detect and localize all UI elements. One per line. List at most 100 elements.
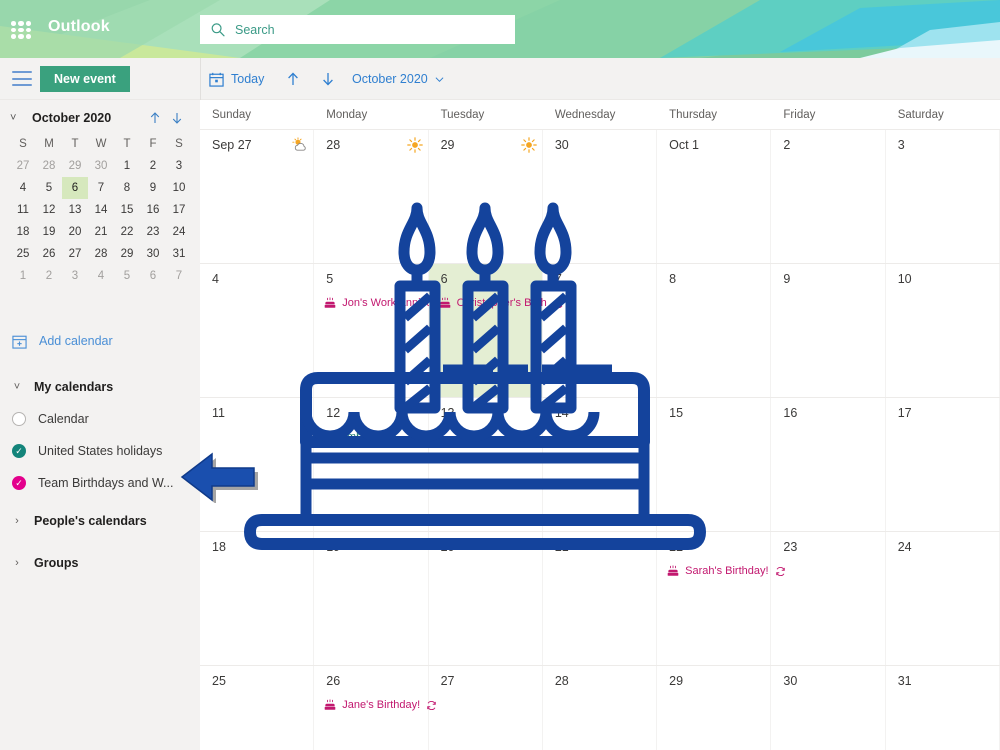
app-launcher-icon[interactable]	[10, 20, 32, 40]
calendar-day-cell[interactable]: 26 Jane's Birthday!	[314, 666, 436, 750]
mini-calendar-day[interactable]: 5	[36, 177, 62, 199]
calendar-day-cell[interactable]: 9	[771, 264, 886, 397]
mini-calendar-collapse-icon[interactable]: ˅	[10, 112, 32, 124]
mini-calendar-day[interactable]: 5	[114, 265, 140, 287]
today-button[interactable]: Today	[209, 69, 264, 89]
mini-calendar-day-selected[interactable]: 6	[62, 177, 88, 199]
groups-section-header[interactable]: › Groups	[0, 548, 200, 578]
add-calendar-button[interactable]: Add calendar	[12, 330, 192, 352]
calendar-day-cell[interactable]: 12 Columbus Day	[314, 398, 429, 531]
mini-calendar-day[interactable]: 30	[140, 243, 166, 265]
mini-calendar-day[interactable]: 2	[140, 155, 166, 177]
mini-calendar-day[interactable]: 6	[140, 265, 166, 287]
mini-calendar-grid[interactable]: S M T W T F S 27 28 29 30 1 2 3 4 5 6 7 8 9 10 11 12 13 14 15 16 17…	[10, 133, 192, 287]
mini-calendar-prev-button[interactable]	[144, 107, 166, 129]
hamburger-icon[interactable]	[12, 71, 32, 86]
mini-calendar-day[interactable]: 14	[88, 199, 114, 221]
arrow-down-icon	[323, 73, 333, 86]
day-number: Oct 1	[669, 138, 699, 152]
new-event-button[interactable]: New event	[40, 66, 130, 92]
mini-calendar-day[interactable]: 25	[10, 243, 36, 265]
mini-calendar-day[interactable]: 9	[140, 177, 166, 199]
sidebar-calendar-us-holidays[interactable]: ✓ United States holidays	[0, 436, 200, 466]
calendar-day-cell[interactable]: 15	[657, 398, 772, 531]
calendar-day-cell[interactable]: 28	[543, 666, 658, 750]
calendar-day-cell[interactable]: 10	[886, 264, 1000, 397]
calendar-day-cell[interactable]: 25	[200, 666, 315, 750]
new-event-label: New event	[54, 72, 116, 86]
mini-calendar-day[interactable]: 20	[62, 221, 88, 243]
calendar-day-cell[interactable]: 3	[886, 130, 1000, 263]
mini-calendar-day[interactable]: 7	[166, 265, 192, 287]
mini-calendar-day[interactable]: 16	[140, 199, 166, 221]
mini-calendar-day[interactable]: 2	[36, 265, 62, 287]
mini-calendar-day[interactable]: 15	[114, 199, 140, 221]
mini-calendar-day[interactable]: 31	[166, 243, 192, 265]
mini-calendar-day[interactable]: 17	[166, 199, 192, 221]
mini-calendar-day[interactable]: 28	[36, 155, 62, 177]
calendar-day-cell-today[interactable]: 6 Christopher's Birth	[428, 264, 563, 397]
mini-calendar-day[interactable]: 12	[36, 199, 62, 221]
mini-calendar-day[interactable]: 13	[62, 199, 88, 221]
calendar-day-cell[interactable]: 14	[543, 398, 658, 531]
calendar-day-cell[interactable]: 2	[771, 130, 886, 263]
sidebar-calendar-calendar[interactable]: Calendar	[0, 404, 200, 434]
mini-calendar-day[interactable]: 4	[10, 177, 36, 199]
calendar-day-cell[interactable]: 24	[886, 532, 1000, 665]
peoples-calendars-section-header[interactable]: › People's calendars	[0, 506, 200, 536]
calendar-day-cell[interactable]: 19	[314, 532, 429, 665]
day-number: 15	[669, 406, 684, 420]
mini-calendar-day[interactable]: 1	[10, 265, 36, 287]
mini-calendar-day[interactable]: 18	[10, 221, 36, 243]
calendar-event[interactable]: Jane's Birthday!	[324, 696, 437, 714]
calendar-day-cell[interactable]: 22 Sarah's Birthday!	[657, 532, 785, 665]
calendar-day-cell[interactable]: 18	[200, 532, 315, 665]
my-calendars-section-header[interactable]: ˅ My calendars	[0, 372, 200, 402]
calendar-day-cell[interactable]: 27	[429, 666, 543, 750]
calendar-day-cell[interactable]: 17	[886, 398, 1000, 531]
mini-calendar-day[interactable]: 21	[88, 221, 114, 243]
mini-calendar-day[interactable]: 1	[114, 155, 140, 177]
calendar-day-cell[interactable]: 30	[521, 130, 658, 263]
mini-calendar-day[interactable]: 28	[88, 243, 114, 265]
mini-calendar-next-button[interactable]	[166, 107, 188, 129]
next-month-button[interactable]	[317, 68, 339, 90]
calendar-event[interactable]: Sarah's Birthday!	[667, 562, 785, 580]
mini-calendar-day[interactable]: 22	[114, 221, 140, 243]
mini-calendar-day[interactable]: 30	[88, 155, 114, 177]
calendar-day-cell[interactable]: 16	[771, 398, 886, 531]
mini-calendar-day[interactable]: 26	[36, 243, 62, 265]
mini-calendar-day[interactable]: 11	[10, 199, 36, 221]
mini-calendar-day[interactable]: 8	[114, 177, 140, 199]
mini-calendar-day[interactable]: 29	[114, 243, 140, 265]
previous-month-button[interactable]	[282, 68, 304, 90]
mini-calendar-day[interactable]: 27	[10, 155, 36, 177]
mini-calendar-day[interactable]: 3	[62, 265, 88, 287]
mini-calendar-day[interactable]: 10	[166, 177, 192, 199]
calendar-day-cell[interactable]: 21	[543, 532, 658, 665]
mini-calendar-day[interactable]: 23	[140, 221, 166, 243]
calendar-day-cell[interactable]: 23	[771, 532, 886, 665]
calendar-day-cell[interactable]: 4	[200, 264, 315, 397]
mini-calendar-day[interactable]: 7	[88, 177, 114, 199]
calendar-day-cell[interactable]: 20	[429, 532, 543, 665]
calendar-day-cell[interactable]: 30	[771, 666, 886, 750]
calendar-day-cell[interactable]: 7	[543, 264, 658, 397]
mini-calendar-day[interactable]: 19	[36, 221, 62, 243]
search-input[interactable]: Search	[200, 15, 515, 44]
mini-calendar-day[interactable]: 4	[88, 265, 114, 287]
calendar-day-cell[interactable]: 31	[886, 666, 1000, 750]
mini-calendar-day[interactable]: 29	[62, 155, 88, 177]
mini-calendar-day[interactable]: 27	[62, 243, 88, 265]
calendar-event[interactable]: Columbus Day	[324, 428, 396, 446]
sidebar-calendar-team-birthdays[interactable]: ✓ Team Birthdays and W...	[0, 468, 200, 498]
calendar-day-cell[interactable]: 8	[657, 264, 772, 397]
calendar-day-cell[interactable]: 13	[429, 398, 543, 531]
calendar-day-cell[interactable]: Oct 1	[657, 130, 772, 263]
mini-calendar-day[interactable]: 24	[166, 221, 192, 243]
month-picker-button[interactable]: October 2020	[352, 69, 444, 89]
calendar-day-cell[interactable]: 5 Jon's Work Anniversary	[314, 264, 473, 397]
mini-calendar-day[interactable]: 3	[166, 155, 192, 177]
calendar-day-cell[interactable]: 11	[200, 398, 315, 531]
calendar-day-cell[interactable]: 29	[657, 666, 772, 750]
